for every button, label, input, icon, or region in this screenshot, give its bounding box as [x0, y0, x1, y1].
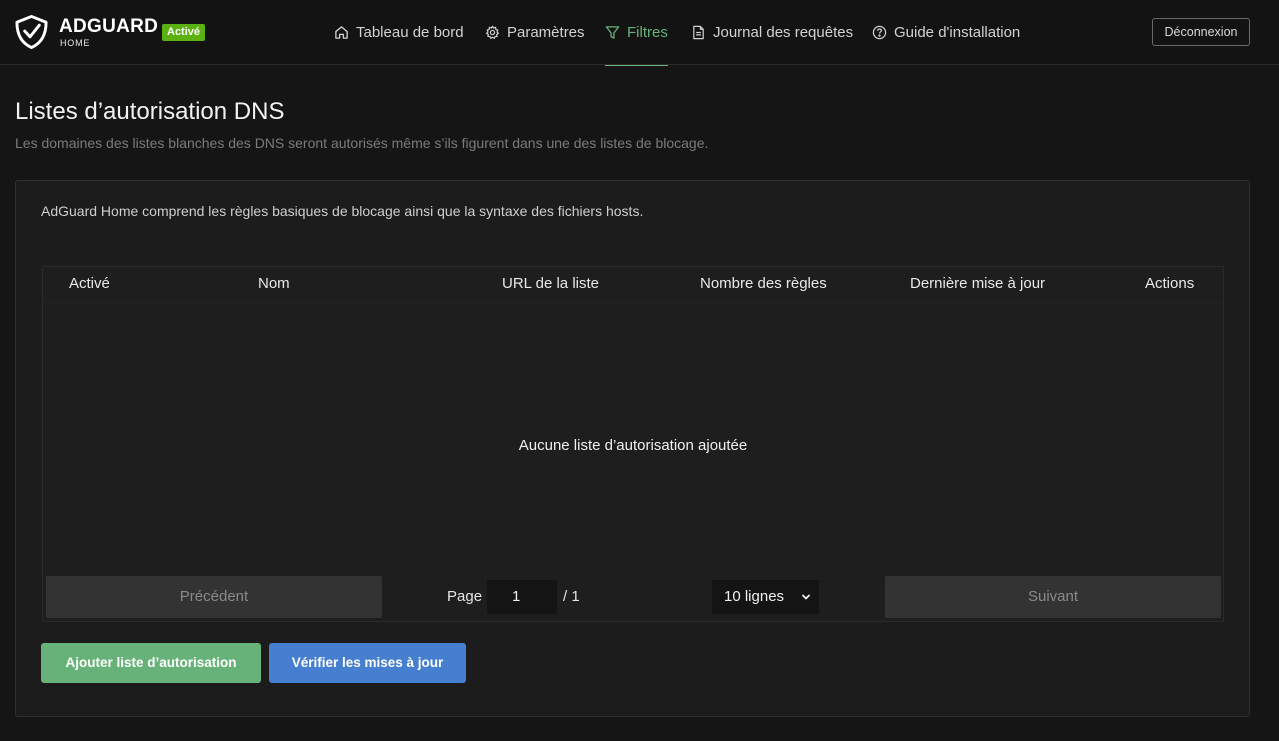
page-subtitle: Les domaines des listes blanches des DNS… — [15, 135, 709, 151]
check-updates-button[interactable]: Vérifier les mises à jour — [269, 643, 466, 683]
allowlist-table: Activé Nom URL de la liste Nombre des rè… — [42, 266, 1224, 622]
table-header: Activé Nom URL de la liste Nombre des rè… — [43, 267, 1223, 303]
gear-icon — [485, 25, 500, 40]
top-header: ADGUARD HOME Activé Tableau de bord Para… — [0, 0, 1279, 66]
pagination-bar: Précédent Page 1 / 1 10 lignes Suivant — [43, 574, 1223, 622]
page-label: Page — [447, 588, 483, 605]
column-enabled[interactable]: Activé — [69, 275, 110, 292]
rows-per-page-select[interactable]: 10 lignes — [712, 580, 819, 614]
home-icon — [335, 26, 348, 39]
brand-name: ADGUARD — [59, 16, 159, 37]
brand-subtitle: HOME — [60, 38, 91, 48]
add-allowlist-button[interactable]: Ajouter liste d’autorisation — [41, 643, 261, 683]
adguard-logo-icon[interactable] — [14, 14, 49, 50]
chevron-down-icon — [802, 594, 810, 600]
page-number-input[interactable]: 1 — [487, 580, 557, 614]
previous-page-button[interactable]: Précédent — [46, 576, 382, 618]
logout-button[interactable]: Déconnexion — [1152, 18, 1250, 46]
rows-per-page-value: 10 lignes — [724, 588, 785, 605]
column-last-update[interactable]: Dernière mise à jour — [910, 275, 1045, 292]
card-intro: AdGuard Home comprend les règles basique… — [41, 203, 644, 219]
nav-settings[interactable]: Paramètres — [485, 0, 585, 65]
page-total: / 1 — [563, 588, 580, 605]
empty-state-message: Aucune liste d’autorisation ajoutée — [518, 437, 748, 454]
status-badge: Activé — [162, 24, 206, 41]
nav-query-log[interactable]: Journal des requêtes — [691, 0, 853, 65]
column-name[interactable]: Nom — [258, 275, 290, 292]
column-rule-count[interactable]: Nombre des règles — [700, 275, 827, 292]
nav-dashboard-label: Tableau de bord — [356, 24, 464, 41]
nav-setup-guide[interactable]: Guide d'installation — [872, 0, 1020, 65]
page-title: Listes d’autorisation DNS — [15, 98, 285, 125]
nav-dashboard[interactable]: Tableau de bord — [334, 0, 464, 65]
next-page-button[interactable]: Suivant — [885, 576, 1221, 618]
column-list-url[interactable]: URL de la liste — [502, 275, 599, 292]
filter-icon — [605, 26, 620, 39]
nav-filters[interactable]: Filtres — [605, 0, 668, 66]
nav-settings-label: Paramètres — [507, 24, 585, 41]
help-circle-icon — [872, 25, 887, 40]
allowlist-card: AdGuard Home comprend les règles basique… — [15, 180, 1250, 717]
column-actions: Actions — [1145, 275, 1195, 292]
nav-setup-guide-label: Guide d'installation — [894, 24, 1021, 41]
nav-filters-label: Filtres — [627, 24, 668, 41]
nav-query-log-label: Journal des requêtes — [713, 24, 854, 41]
document-icon — [693, 25, 704, 40]
